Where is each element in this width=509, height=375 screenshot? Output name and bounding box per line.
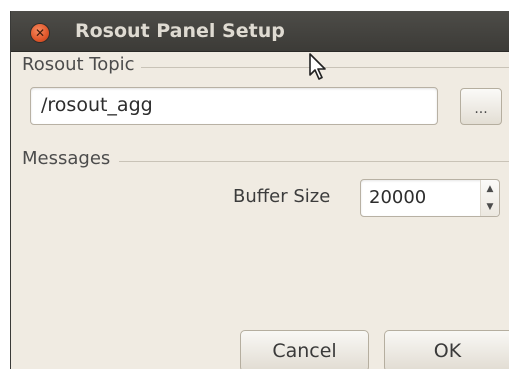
buffer-size-spinbox[interactable]: 20000 ▲ ▼: [360, 179, 500, 217]
chevron-up-icon[interactable]: ▲: [481, 180, 499, 198]
messages-divider: [119, 161, 509, 162]
messages-group-label: Messages: [22, 148, 111, 169]
browse-topic-button[interactable]: ...: [460, 88, 502, 125]
buffer-size-label: Buffer Size: [233, 186, 331, 207]
rosout-topic-group-label: Rosout Topic: [22, 54, 135, 75]
mouse-cursor-icon: [309, 53, 326, 80]
rosout-topic-input[interactable]: /rosout_agg: [30, 87, 438, 125]
spin-arrows[interactable]: ▲ ▼: [480, 180, 499, 216]
cancel-button[interactable]: Cancel: [240, 330, 369, 369]
chevron-down-icon[interactable]: ▼: [481, 198, 499, 216]
window-title: Rosout Panel Setup: [75, 20, 285, 42]
title-bar[interactable]: ✕ Rosout Panel Setup: [11, 11, 509, 52]
buffer-size-value[interactable]: 20000: [369, 187, 426, 208]
close-icon[interactable]: ✕: [31, 24, 49, 42]
ok-button[interactable]: OK: [384, 330, 509, 369]
rosout-panel-setup-dialog: ✕ Rosout Panel Setup Rosout Topic /rosou…: [10, 11, 509, 369]
